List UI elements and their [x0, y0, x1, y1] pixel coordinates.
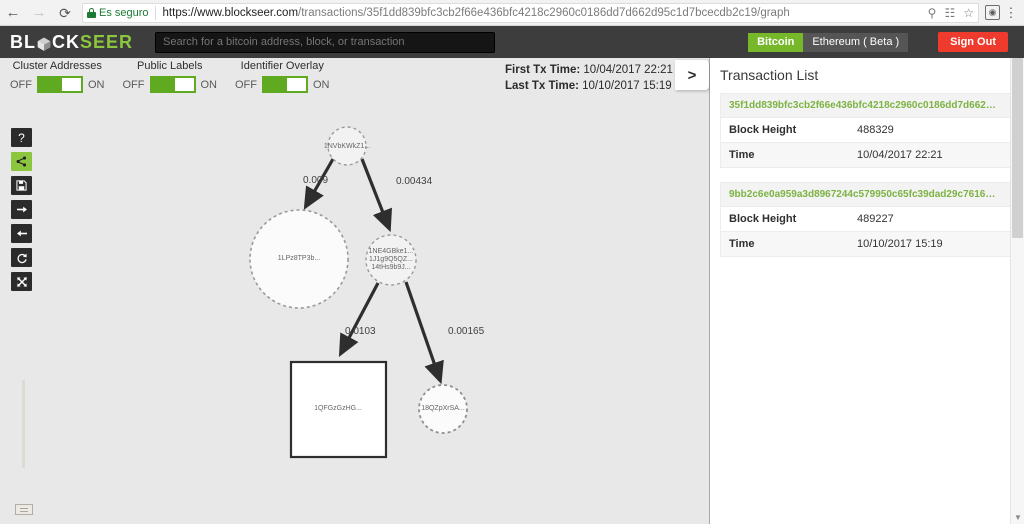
graph-edge-label-n3-n4: 0.0103: [345, 326, 376, 337]
browser-toolbar: ← → ⟳ Es seguro https://www.blockseer.co…: [0, 0, 1024, 26]
transaction-hash-link[interactable]: 35f1dd839bfc3cb2f66e436bfc4218c2960c0186…: [721, 93, 1013, 117]
reload-icon[interactable]: ⟳: [52, 0, 78, 26]
graph-edge-label-n1-n2: 0.009: [303, 175, 329, 186]
cube-icon: [37, 35, 51, 51]
table-row: Time 10/04/2017 22:21: [721, 142, 1013, 167]
time-label: Time: [729, 149, 755, 161]
panel-scrollbar[interactable]: ▲ ▼: [1010, 58, 1024, 524]
address-bar[interactable]: Es seguro https://www.blockseer.com/tran…: [82, 2, 979, 23]
time-value: 10/04/2017 22:21: [857, 149, 943, 161]
logo-text-1: BL: [10, 31, 36, 52]
sign-out-button[interactable]: Sign Out: [938, 32, 1008, 52]
transaction-card: 35f1dd839bfc3cb2f66e436bfc4218c2960c0186…: [720, 93, 1014, 168]
graph-node-n3: [365, 234, 417, 286]
star-icon[interactable]: ☆: [963, 7, 974, 19]
time-label: Time: [729, 238, 755, 250]
divider: [154, 5, 156, 20]
graph-edge-label-n1-n3: 0.00434: [396, 176, 433, 187]
graph-node-n2: [249, 209, 349, 309]
graph-edge-n3-n4: [338, 282, 380, 357]
lock-icon: [87, 7, 96, 18]
search-icon[interactable]: ⚲: [928, 7, 937, 19]
transaction-card: 9bb2c6e0a959a3d8967244c579950c65fc39dad2…: [720, 182, 1014, 257]
graph-node-n1: [327, 126, 367, 166]
block-height-label: Block Height: [729, 213, 797, 225]
site-header: BL CK SEER Bitcoin Ethereum ( Beta ) Sig…: [0, 26, 1024, 58]
graph-edge-label-n3-n5: 0.00165: [448, 326, 485, 337]
url-domain: https://www.blockseer.com: [162, 6, 299, 19]
graph-svg: [249, 126, 468, 459]
transaction-graph[interactable]: 1NVbKWkZ1... 1LPz8TP3b... 1NE4GBke1... 1…: [0, 58, 710, 524]
blockseer-logo[interactable]: BL CK SEER: [0, 32, 133, 53]
graph-node-n5: [418, 384, 468, 434]
forward-arrow-icon[interactable]: →: [26, 0, 52, 26]
url-path: /transactions/35f1dd839bfc3cb2f66e436bfc…: [298, 6, 790, 19]
coin-selector: Bitcoin Ethereum ( Beta ): [748, 32, 909, 52]
scroll-down-icon[interactable]: ▼: [1014, 513, 1022, 522]
block-height-value: 489227: [857, 213, 894, 225]
panel-title: Transaction List: [720, 67, 819, 83]
table-row: Block Height 488329: [721, 117, 1013, 142]
block-height-label: Block Height: [729, 124, 797, 136]
logo-text-2: CK: [52, 31, 80, 52]
coin-button-bitcoin[interactable]: Bitcoin: [748, 32, 804, 52]
logo-text-3: SEER: [80, 31, 134, 52]
panel-collapse-button[interactable]: >: [675, 60, 709, 90]
url-text: https://www.blockseer.com/transactions/3…: [163, 7, 922, 19]
back-arrow-icon[interactable]: ←: [0, 0, 26, 26]
scrollbar-thumb[interactable]: [1012, 58, 1023, 238]
security-indicator: Es seguro: [87, 7, 155, 19]
extension-icon[interactable]: ◉: [985, 5, 1000, 20]
app-body: Cluster Addresses OFF ON Public Labels O…: [0, 58, 1024, 524]
graph-edge-n3-n5: [404, 281, 444, 385]
translate-icon[interactable]: ☷: [944, 7, 955, 19]
kebab-menu-icon[interactable]: ⋮: [1002, 5, 1020, 21]
table-row: Block Height 489227: [721, 206, 1013, 231]
transaction-list-panel: Transaction List 35f1dd839bfc3cb2f66e436…: [710, 58, 1024, 524]
time-value: 10/10/2017 15:19: [857, 238, 943, 250]
table-row: Time 10/10/2017 15:19: [721, 231, 1013, 256]
secure-label: Es seguro: [99, 6, 149, 19]
block-height-value: 488329: [857, 124, 894, 136]
transaction-hash-link[interactable]: 9bb2c6e0a959a3d8967244c579950c65fc39dad2…: [721, 182, 1013, 206]
graph-node-n4: [289, 360, 388, 459]
coin-button-ethereum[interactable]: Ethereum ( Beta ): [803, 32, 909, 52]
search-input[interactable]: [155, 31, 496, 53]
graph-edge-n1-n3: [360, 158, 393, 233]
